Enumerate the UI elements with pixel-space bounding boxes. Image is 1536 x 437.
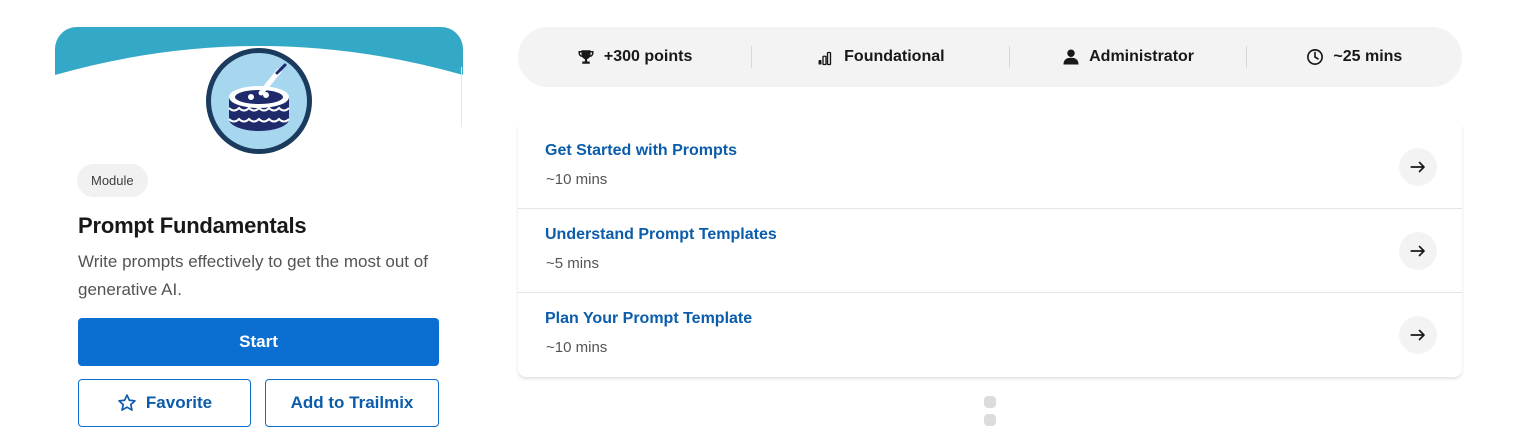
- unit-row[interactable]: Get Started with Prompts ~10 mins: [518, 125, 1462, 209]
- module-stats-bar: +300 points Foundational Administrator ~…: [518, 27, 1462, 87]
- unit-arrow-button[interactable]: [1399, 316, 1437, 354]
- unit-duration: ~10 mins: [546, 339, 608, 356]
- loading-dot: [984, 396, 996, 408]
- loading-indicator: [984, 396, 996, 432]
- loading-dot: [984, 414, 996, 426]
- arrow-right-icon: [1410, 329, 1425, 341]
- role-label: Administrator: [1089, 48, 1195, 65]
- arrow-right-icon: [1410, 245, 1425, 257]
- unit-arrow-button[interactable]: [1399, 148, 1437, 186]
- module-badge-icon: [206, 48, 312, 154]
- clock-icon: [1307, 49, 1324, 65]
- trailmix-label: Add to Trailmix: [290, 393, 414, 412]
- duration-label: ~25 mins: [1333, 48, 1403, 65]
- unit-row[interactable]: Plan Your Prompt Template ~10 mins: [518, 293, 1462, 377]
- unit-title-link[interactable]: Plan Your Prompt Template: [545, 310, 752, 328]
- signal-bars-icon: [818, 51, 832, 66]
- points-label: +300 points: [603, 48, 693, 65]
- start-button[interactable]: Start: [78, 318, 439, 366]
- favorite-label: Favorite: [145, 393, 213, 412]
- card-border: [461, 67, 462, 127]
- star-icon: [118, 394, 136, 411]
- module-card: Module Prompt Fundamentals Write prompts…: [55, 27, 463, 437]
- unit-row[interactable]: Understand Prompt Templates ~5 mins: [518, 209, 1462, 293]
- unit-duration: ~5 mins: [546, 255, 599, 272]
- role-stat: Administrator: [1010, 27, 1245, 87]
- level-stat: Foundational: [752, 27, 1009, 87]
- favorite-button[interactable]: Favorite: [78, 379, 251, 427]
- cake-icon: [228, 63, 290, 131]
- unit-duration: ~10 mins: [546, 171, 608, 188]
- module-title: Prompt Fundamentals: [78, 213, 307, 238]
- add-to-trailmix-button[interactable]: Add to Trailmix: [265, 379, 439, 427]
- unit-list: Get Started with Prompts ~10 mins Unders…: [518, 125, 1462, 377]
- points-stat: +300 points: [518, 27, 751, 87]
- arrow-right-icon: [1410, 161, 1425, 173]
- level-label: Foundational: [844, 48, 945, 65]
- unit-title-link[interactable]: Understand Prompt Templates: [545, 226, 777, 244]
- module-type-badge: Module: [77, 164, 148, 197]
- unit-arrow-button[interactable]: [1399, 232, 1437, 270]
- unit-title-link[interactable]: Get Started with Prompts: [545, 142, 737, 160]
- module-description: Write prompts effectively to get the mos…: [78, 252, 428, 299]
- duration-stat: ~25 mins: [1247, 27, 1462, 87]
- person-icon: [1063, 49, 1079, 65]
- trophy-icon: [578, 50, 594, 64]
